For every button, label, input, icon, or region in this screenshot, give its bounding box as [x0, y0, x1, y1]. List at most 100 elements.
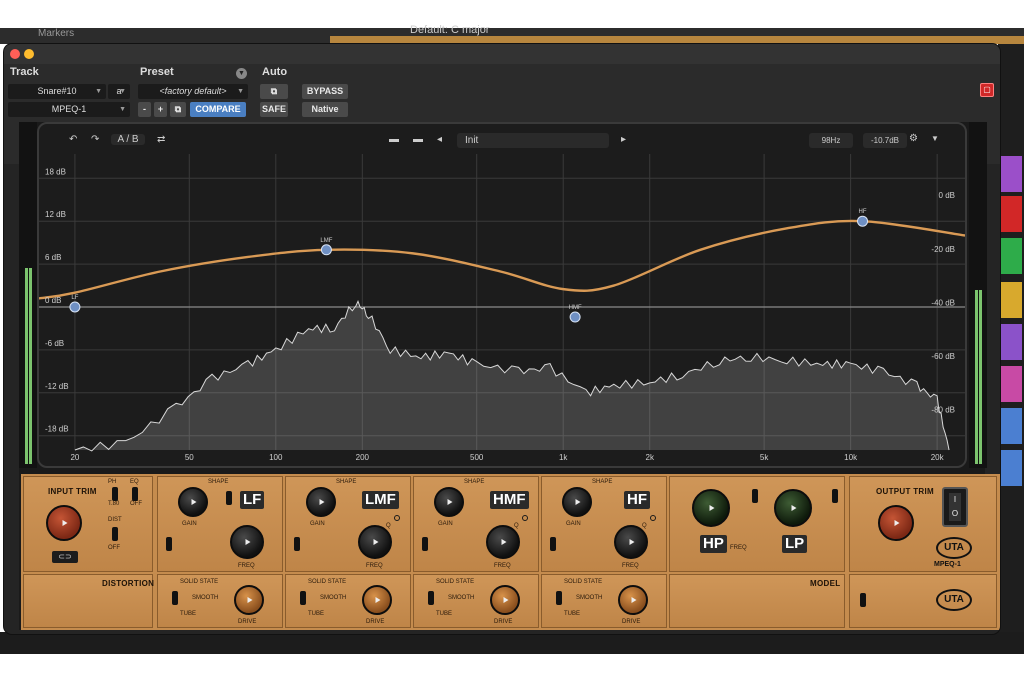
- plugin-window: Track Snare#10 ▼ a ▼ MPEQ-1 ▼ Preset ▼ <fac…: [4, 44, 1000, 634]
- lf-drive-knob[interactable]: [234, 585, 264, 615]
- link-button[interactable]: ⊂⊃: [52, 551, 78, 563]
- dist-switch[interactable]: [112, 527, 118, 541]
- save-preset-icon[interactable]: ▬: [413, 134, 423, 145]
- track-lane[interactable]: [1000, 196, 1022, 232]
- x-tick-label: 2k: [646, 453, 655, 462]
- lmf-q-button[interactable]: [394, 515, 400, 521]
- chevron-down-icon[interactable]: ▼: [931, 134, 939, 143]
- knob-marker: [894, 520, 900, 526]
- lmf-dist-mode-switch[interactable]: [300, 591, 306, 605]
- hf-gain-label: GAIN: [566, 521, 581, 527]
- hmf-gain-knob[interactable]: [434, 487, 464, 517]
- native-button[interactable]: Native: [302, 102, 348, 117]
- power-switch[interactable]: IO: [942, 487, 968, 527]
- input-trim-knob[interactable]: [46, 505, 82, 541]
- hf-drive-panel: SOLID STATE SMOOTH TUBE DRIVE: [541, 574, 667, 628]
- close-button[interactable]: [10, 49, 20, 59]
- eq-node-lmf[interactable]: [320, 244, 332, 256]
- next-preset-icon[interactable]: ▸: [621, 134, 626, 145]
- lf-label: LF: [240, 491, 265, 509]
- plugin-name: MPEQ-1: [51, 104, 87, 114]
- output-trim-knob[interactable]: [878, 505, 914, 541]
- lf-shape-switch[interactable]: [166, 537, 172, 551]
- track-lane[interactable]: [1000, 450, 1022, 486]
- eq-node-lf[interactable]: [69, 301, 81, 313]
- model-switch[interactable]: [860, 593, 866, 607]
- hp-switch[interactable]: [752, 489, 758, 503]
- lf-q-switch[interactable]: [226, 491, 232, 505]
- plugin-selector[interactable]: MPEQ-1 ▼: [8, 102, 130, 117]
- hmf-q-button[interactable]: [522, 515, 528, 521]
- copy-settings-button[interactable]: ⧉: [170, 102, 186, 117]
- minimize-button[interactable]: [24, 49, 34, 59]
- hmf-dist-mode-switch[interactable]: [428, 591, 434, 605]
- hf-gain-knob[interactable]: [562, 487, 592, 517]
- lp-switch[interactable]: [832, 489, 838, 503]
- track-lane[interactable]: [1000, 282, 1022, 318]
- lmf-tube-label: TUBE: [308, 611, 325, 617]
- y-tick-label-left: -6 dB: [45, 339, 64, 348]
- automation-button[interactable]: ⧉: [260, 84, 288, 99]
- gear-icon[interactable]: ⚙: [909, 133, 918, 144]
- lmf-gain-knob[interactable]: [306, 487, 336, 517]
- hp-freq-knob[interactable]: [692, 489, 730, 527]
- safe-button[interactable]: SAFE: [260, 102, 288, 117]
- lp-freq-knob[interactable]: [774, 489, 812, 527]
- preset-next-button[interactable]: +: [154, 102, 167, 117]
- lmf-drive-knob[interactable]: [362, 585, 392, 615]
- ph-label: PH: [108, 479, 117, 485]
- hf-q-button[interactable]: [650, 515, 656, 521]
- hf-drive-knob[interactable]: [618, 585, 648, 615]
- x-tick-label: 20: [70, 453, 79, 462]
- preset-prev-button[interactable]: -: [138, 102, 151, 117]
- lf-dist-mode-switch[interactable]: [172, 591, 178, 605]
- track-lane[interactable]: [1000, 324, 1022, 360]
- lf-freq-knob[interactable]: [230, 525, 264, 559]
- uta-logo-small: UTA: [936, 589, 972, 611]
- bypass-button[interactable]: BYPASS: [302, 84, 348, 99]
- hf-freq-knob[interactable]: [614, 525, 648, 559]
- lmf-freq-knob[interactable]: [358, 525, 392, 559]
- redo-icon[interactable]: ↷: [91, 134, 99, 145]
- swap-icon[interactable]: ⇄: [157, 134, 165, 145]
- eq-node-label: HF: [859, 209, 867, 215]
- y-tick-label-left: -18 dB: [45, 425, 69, 434]
- eq-label: EQ: [130, 479, 139, 485]
- window-titlebar[interactable]: [4, 44, 1000, 64]
- ab-toggle[interactable]: A / B: [111, 134, 145, 145]
- undo-icon[interactable]: ↶: [69, 134, 77, 145]
- eq-node-hf[interactable]: [857, 215, 869, 227]
- hf-shape-switch[interactable]: [550, 537, 556, 551]
- track-lane[interactable]: [1000, 156, 1022, 192]
- track-lane[interactable]: [1000, 366, 1022, 402]
- hf-dist-mode-switch[interactable]: [556, 591, 562, 605]
- compare-button[interactable]: COMPARE: [190, 102, 246, 117]
- eq-node-label: HMF: [569, 305, 582, 311]
- hmf-freq-knob[interactable]: [486, 525, 520, 559]
- hmf-drive-knob[interactable]: [490, 585, 520, 615]
- eq-switch[interactable]: [132, 487, 138, 501]
- eq-graph[interactable]: 20 50 100 200 500 1k 2k 5k 10k 20k 18 dB 12 dB 6 dB 0…: [39, 124, 965, 466]
- preset-menu-icon[interactable]: ▼: [236, 68, 247, 79]
- preset-selector[interactable]: <factory default> ▼: [138, 84, 248, 99]
- hmf-q-label: Q: [514, 523, 519, 529]
- y-tick-label-left: 6 dB: [45, 253, 61, 262]
- prev-preset-icon[interactable]: ◂: [437, 134, 442, 145]
- hmf-shape-switch[interactable]: [422, 537, 428, 551]
- target-button[interactable]: ▢: [980, 83, 994, 97]
- folder-icon[interactable]: ▬: [389, 134, 399, 145]
- lmf-shape-switch[interactable]: [294, 537, 300, 551]
- y-tick-label-right: -20 dB: [931, 245, 955, 254]
- track-selector[interactable]: Snare#10 ▼: [8, 84, 106, 99]
- output-meter-level-r: [979, 290, 982, 464]
- freq-readout[interactable]: 98Hz: [809, 133, 853, 148]
- phase-switch[interactable]: [112, 487, 118, 501]
- eq-display[interactable]: 20 50 100 200 500 1k 2k 5k 10k 20k 18 dB 12 dB 6 dB 0…: [37, 122, 967, 468]
- gain-readout[interactable]: -10.7dB: [863, 133, 907, 148]
- track-lane[interactable]: [1000, 408, 1022, 444]
- preset-name-field[interactable]: Init: [457, 133, 609, 148]
- channel-selector[interactable]: a ▼: [108, 84, 130, 99]
- lf-gain-knob[interactable]: [178, 487, 208, 517]
- track-lane[interactable]: [1000, 238, 1022, 274]
- eq-node-hmf[interactable]: [569, 311, 581, 323]
